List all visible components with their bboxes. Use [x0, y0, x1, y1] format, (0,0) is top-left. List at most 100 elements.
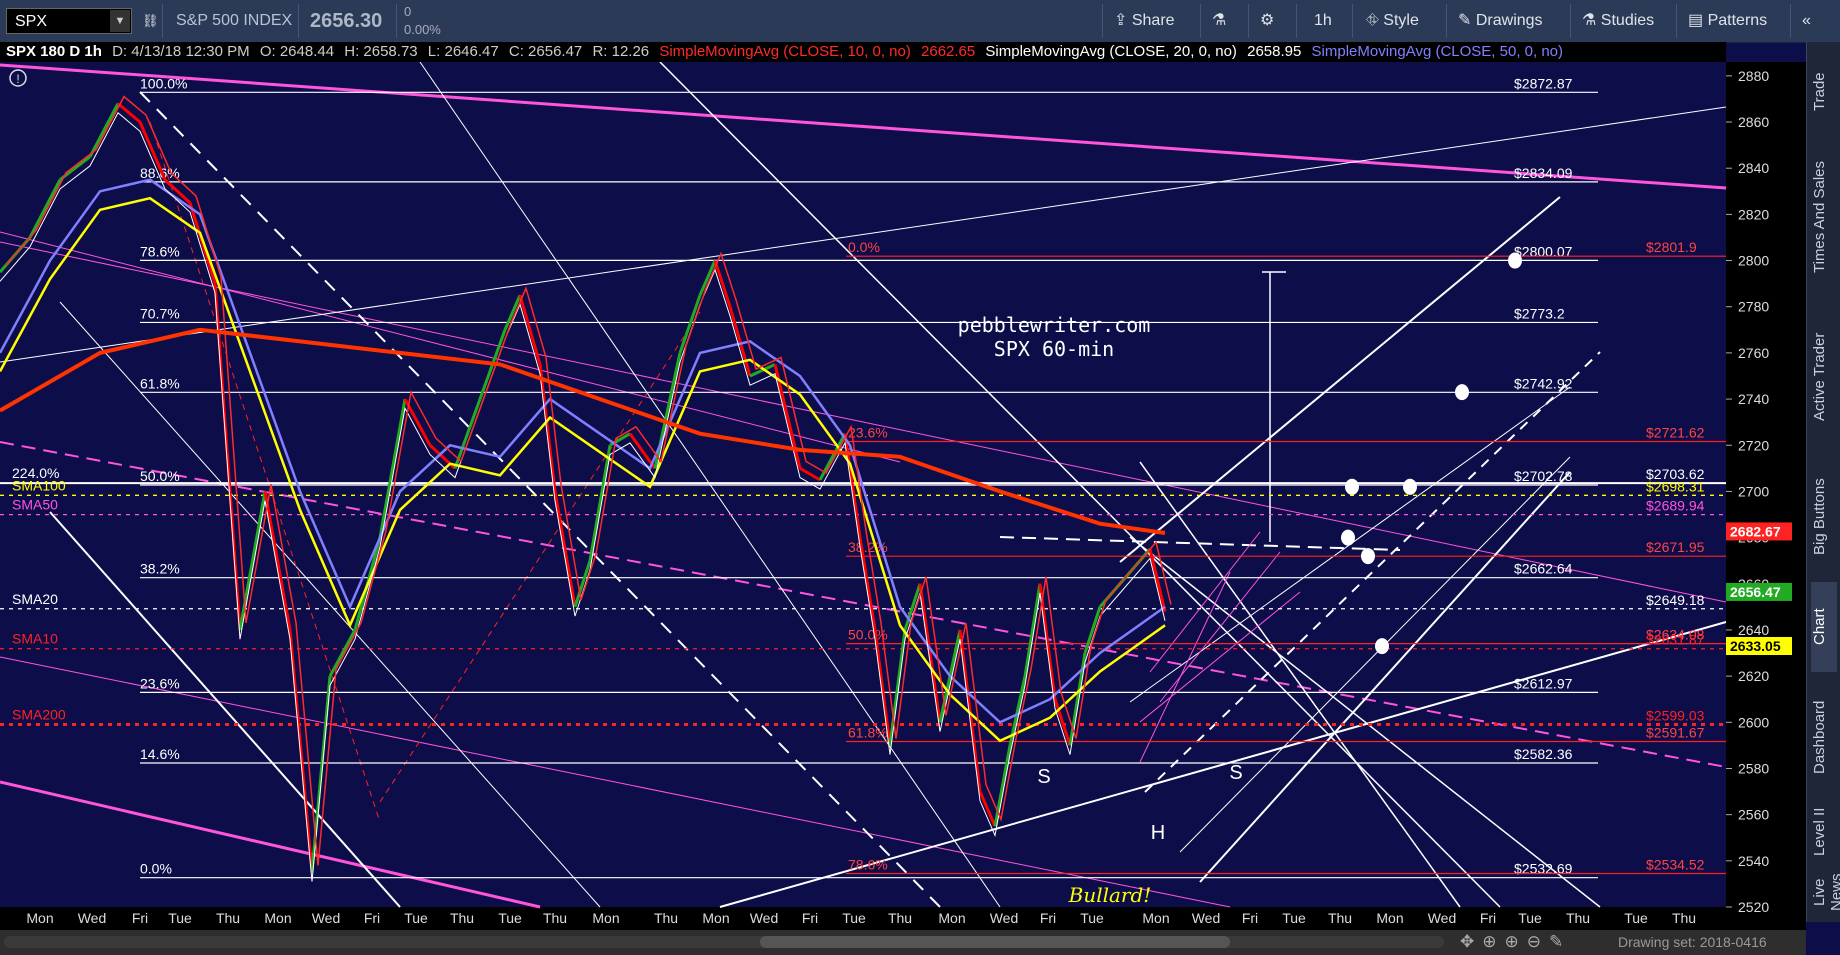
time-tick-label: Fri [1242, 910, 1258, 926]
fib-price-label: $2742.92 [1514, 375, 1573, 391]
chart-info-bar: SPX 180 D 1h D: 4/13/18 12:30 PM O: 2648… [0, 42, 1726, 62]
chart-annotation: H [1151, 822, 1165, 844]
time-tick-label: Mon [26, 910, 53, 926]
time-tick-label: Thu [216, 910, 240, 926]
alert-icon-glyph: ! [16, 72, 19, 86]
time-tick-label: Mon [1142, 910, 1169, 926]
gear-icon: ⚙ [1260, 12, 1275, 29]
red-fib-price-label: $2721.62 [1646, 425, 1705, 441]
time-tick-label: Wed [990, 910, 1019, 926]
fib-price-label: $2834.09 [1514, 165, 1573, 181]
fib-pct-label: 23.6% [140, 675, 180, 691]
red-fib-pct-label: 0.0% [848, 239, 880, 255]
price-tick-label: 2740 [1738, 391, 1769, 407]
side-tab-dashboard[interactable]: Dashboard [1811, 682, 1837, 792]
scrollbar-thumb[interactable] [760, 936, 1230, 948]
time-tick-label: Mon [702, 910, 729, 926]
zoom-in-icon[interactable]: ⊕ [1505, 932, 1527, 951]
drawings-button[interactable]: ✎ Drawings [1458, 0, 1543, 42]
flask-button[interactable]: ⚗ [1212, 0, 1226, 42]
time-tick-label: Fri [364, 910, 380, 926]
fib-price-label: $2702.78 [1514, 468, 1573, 484]
target-marker [1341, 529, 1355, 546]
patterns-button[interactable]: ▤ Patterns [1688, 0, 1767, 42]
price-tick-label: 2780 [1738, 299, 1769, 315]
drawing-set-label: Drawing set: 2018-0416 [1618, 934, 1767, 950]
divider [162, 4, 163, 38]
bar-low: L: 2646.47 [427, 43, 499, 60]
chart-annotation: S [1037, 766, 1050, 788]
zoom-controls[interactable]: ✥⊕⊕⊖✎ [1460, 932, 1571, 952]
time-tick-label: Tue [498, 910, 522, 926]
time-tick-label: Wed [1192, 910, 1221, 926]
side-panel: Trade Times And Sales Active Trader Big But… [1806, 42, 1840, 922]
pencil-icon: ✎ [1458, 12, 1472, 29]
last-price: 2656.30 [310, 10, 383, 32]
time-tick-label: Wed [750, 910, 779, 926]
side-tab-times-and-sales[interactable]: Times And Sales [1811, 137, 1837, 297]
fib-price-label: $2582.36 [1514, 746, 1573, 762]
divider [1102, 4, 1103, 38]
side-tab-active-trader[interactable]: Active Trader [1811, 302, 1837, 452]
price-tick-label: 2560 [1738, 807, 1769, 823]
studies-label: Studies [1600, 12, 1655, 29]
pencil-icon[interactable]: ✎ [1549, 932, 1571, 951]
side-tab-trade[interactable]: Trade [1811, 52, 1837, 132]
price-tick-label: 2820 [1738, 206, 1769, 222]
side-tab-chart[interactable]: Chart [1811, 582, 1837, 672]
time-tick-label: Tue [1518, 910, 1542, 926]
side-tab-big-buttons[interactable]: Big Buttons [1811, 462, 1837, 572]
divider [396, 4, 397, 38]
price-tick-label: 2600 [1738, 714, 1769, 730]
side-tab-level-ii[interactable]: Level II [1811, 802, 1837, 862]
reference-label: SMA20 [12, 591, 58, 607]
sma10-value: 2662.65 [921, 43, 976, 60]
target-marker [1345, 478, 1359, 495]
zoom-out-icon[interactable]: ⊖ [1527, 932, 1549, 951]
side-tab-live-news[interactable]: Live News [1811, 872, 1840, 912]
settings-button[interactable]: ⚙ [1260, 0, 1274, 42]
sma20-value: 2658.95 [1247, 43, 1302, 60]
divider [1248, 4, 1249, 38]
fib-price-label: $2872.87 [1514, 75, 1573, 91]
price-tick-label: 2520 [1738, 899, 1769, 915]
share-label: Share [1131, 12, 1175, 29]
move-icon[interactable]: ✥ [1460, 932, 1482, 951]
bar-close: C: 2656.47 [508, 43, 583, 60]
drawings-label: Drawings [1475, 12, 1543, 29]
time-tick-label: Tue [1080, 910, 1104, 926]
share-button[interactable]: ⇪ Share [1114, 0, 1175, 42]
time-axis: Mon Wed Fri Tue Thu Mon Wed Fri Tue Thu Tue Thu Mon T… [26, 910, 1696, 926]
chevron-down-icon[interactable]: ▼ [110, 10, 130, 32]
price-tick-label: 2700 [1738, 483, 1769, 499]
divider [1446, 4, 1447, 38]
time-tick-label: Mon [592, 910, 619, 926]
studies-button[interactable]: ⚗ Studies [1582, 0, 1654, 42]
time-tick-label: Wed [1428, 910, 1457, 926]
price-chart[interactable]: 100.0% $2872.8788.6% $2834.0978.6% $2800.07… [0, 62, 1806, 930]
red-fib-pct-label: 78.6% [848, 856, 888, 872]
interval-button[interactable]: 1h [1314, 0, 1332, 42]
time-tick-label: Tue [1282, 910, 1306, 926]
price-tick-label: 2580 [1738, 760, 1769, 776]
reference-value: $2698.31 [1646, 478, 1705, 494]
red-fib-price-label: $2534.52 [1646, 856, 1705, 872]
reference-value: $2631.87 [1646, 632, 1705, 648]
bar-date: D: 4/13/18 12:30 PM [112, 43, 250, 60]
collapse-button[interactable]: « [1802, 0, 1811, 42]
time-tick-label: Thu [654, 910, 678, 926]
zoom-fit-icon[interactable]: ⊕ [1482, 932, 1504, 951]
bar-high: H: 2658.73 [344, 43, 418, 60]
link-icon[interactable]: ⛓ [142, 0, 159, 42]
time-tick-label: Fri [132, 910, 148, 926]
divider [1790, 4, 1791, 38]
patterns-label: Patterns [1707, 12, 1768, 29]
style-button[interactable]: ⛗ Style [1366, 0, 1419, 42]
divider [298, 4, 299, 38]
time-tick-label: Wed [312, 910, 341, 926]
chart-annotation: pebblewriter.com [958, 313, 1151, 337]
time-tick-label: Thu [543, 910, 567, 926]
style-label: Style [1383, 12, 1419, 29]
price-tick-label: 2880 [1738, 68, 1769, 84]
fib-price-label: $2612.97 [1514, 675, 1573, 691]
